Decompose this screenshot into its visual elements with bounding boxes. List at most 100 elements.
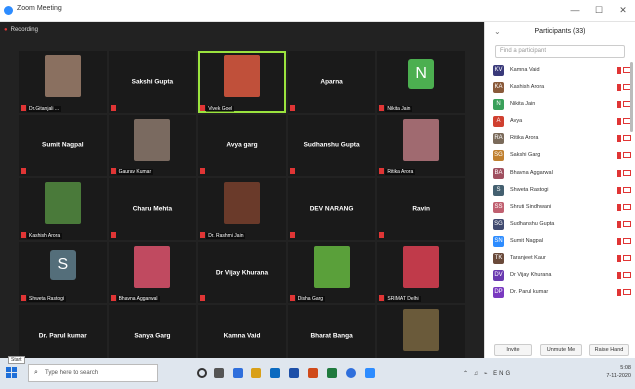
participant-list-item[interactable]: KA Kashish Arora	[493, 79, 631, 96]
video-tile[interactable]: Sumit Nagpal	[19, 114, 107, 177]
participant-name: DEV NARANG	[309, 205, 354, 213]
video-tile[interactable]: Dr. Rashmi Jain	[198, 178, 286, 240]
participant-list-item[interactable]: BA Bhavna Aggarwal	[493, 165, 631, 182]
powerpoint-icon[interactable]	[308, 368, 318, 378]
participant-label: Gaurav Kumar	[116, 169, 154, 176]
video-tile[interactable]: Dr Vijay Khurana	[198, 241, 286, 304]
video-tile[interactable]: S Shweta Rastogi	[19, 241, 107, 304]
video-tile[interactable]: Sudhanshu Gupta	[287, 114, 376, 177]
video-off-icon	[623, 152, 631, 159]
participant-avatar: A	[493, 116, 504, 128]
participant-label: Bhavna Aggarwal	[116, 296, 160, 303]
muted-mic-icon	[21, 295, 26, 302]
video-tile[interactable]: Vivek Goel	[198, 51, 286, 113]
task-view-icon[interactable]	[214, 368, 224, 378]
participant-video	[223, 55, 260, 97]
participant-list-name: Avya	[510, 118, 523, 125]
participant-status-icons	[617, 135, 631, 143]
system-tray-icons[interactable]: ⌃ ♫ ⌁ ENG	[463, 370, 512, 377]
participant-label: Dr.Gitanjali ...	[27, 105, 62, 112]
zoom-taskbar-icon[interactable]	[365, 368, 375, 378]
participant-status-icons	[617, 289, 631, 297]
video-tile[interactable]: SRIMAT Delhi	[377, 241, 465, 304]
system-clock[interactable]: 5:08 7-11-2020	[606, 364, 631, 380]
store-icon[interactable]	[270, 368, 280, 378]
participant-list-name: Dr Vijay Khurana	[510, 272, 552, 279]
minimize-button[interactable]: —	[566, 2, 584, 18]
video-off-icon	[623, 220, 631, 227]
video-tile[interactable]: Ravin	[377, 178, 465, 240]
video-tile[interactable]: Sakshi Gupta	[108, 51, 197, 113]
cortana-icon[interactable]	[197, 368, 207, 378]
muted-mic-icon	[110, 104, 116, 111]
excel-icon[interactable]	[327, 368, 337, 378]
windows-start-icon[interactable]	[6, 367, 18, 379]
participant-list-item[interactable]: TK Taranjeet Kaur	[493, 250, 631, 267]
participant-video	[134, 245, 171, 288]
video-tile[interactable]: Disha Garg	[287, 241, 376, 304]
participant-list-item[interactable]: DP Dr. Parul kumar	[493, 284, 631, 301]
video-off-icon	[623, 203, 631, 210]
participant-list-item[interactable]: KV Kamna Vaid	[493, 62, 631, 79]
participant-list-item[interactable]: N Nikita Jain	[493, 96, 631, 113]
chrome-icon[interactable]	[346, 368, 356, 378]
video-tile[interactable]: Gaurav Kumar	[108, 114, 197, 177]
window-titlebar: Zoom Meeting — ☐ ✕	[0, 0, 635, 22]
meeting-gallery: Recording Dr.Gitanjali ... Sakshi Gupta Vi…	[0, 22, 484, 367]
invite-button[interactable]: Invite	[494, 344, 532, 356]
participant-avatar: N	[408, 59, 435, 89]
video-tile[interactable]: Charu Mehta	[108, 178, 197, 240]
participant-status-icons	[617, 169, 631, 177]
participant-avatar: SS	[493, 201, 504, 213]
muted-mic-icon	[289, 168, 295, 175]
maximize-button[interactable]: ☐	[590, 2, 608, 18]
raise-hand-button[interactable]: Raise Hand	[589, 344, 629, 356]
participant-list-item[interactable]: RA Ritika Arora	[493, 130, 631, 147]
participant-list-item[interactable]: SN Sumit Nagpal	[493, 233, 631, 250]
muted-mic-icon	[617, 135, 621, 143]
close-button[interactable]: ✕	[614, 2, 632, 18]
edge-icon[interactable]	[233, 368, 243, 378]
video-tile[interactable]: DEV NARANG	[287, 178, 376, 240]
video-tile[interactable]: Dr.Gitanjali ...	[19, 51, 107, 113]
participant-avatar: TK	[493, 253, 504, 265]
taskbar-search-input[interactable]: ⌕ Type here to search	[28, 364, 158, 382]
video-tile[interactable]: Avya garg	[198, 114, 286, 177]
participant-avatar: SN	[493, 235, 504, 247]
participant-label: Shweta Rastogi	[27, 296, 67, 303]
file-explorer-icon[interactable]	[251, 368, 261, 378]
recording-indicator[interactable]: Recording	[4, 27, 38, 33]
video-tile[interactable]: N Nikita Jain	[377, 51, 465, 113]
participant-name: Sanya Garg	[134, 332, 171, 340]
unmute-me-button[interactable]: Unmute Me	[540, 344, 582, 356]
video-tile[interactable]: Kashish Arora	[19, 178, 107, 240]
participant-list-item[interactable]: SG Sakshi Garg	[493, 147, 631, 164]
participant-list-item[interactable]: DV Dr Vijay Khurana	[493, 267, 631, 284]
video-off-icon	[623, 237, 631, 244]
video-tile[interactable]: Ritika Arora	[377, 114, 465, 177]
participant-list-item[interactable]: S Shweta Rastogi	[493, 182, 631, 199]
muted-mic-icon	[110, 295, 116, 302]
muted-mic-icon	[379, 168, 385, 175]
participant-avatar: DP	[493, 287, 504, 299]
mail-icon[interactable]	[289, 368, 299, 378]
participant-label: Dr. Rashmi Jain	[206, 232, 246, 239]
participants-scrollbar[interactable]	[630, 62, 633, 132]
muted-mic-icon	[617, 101, 621, 109]
video-tile[interactable]: Aparna	[287, 51, 376, 113]
video-tile[interactable]: Bhavna Aggarwal	[108, 241, 197, 304]
participant-avatar: BA	[493, 167, 504, 179]
participant-search-input[interactable]: Find a participant	[495, 45, 625, 58]
participant-list-name: Taranjeet Kaur	[510, 255, 546, 262]
video-off-icon	[623, 289, 631, 296]
search-icon: ⌕	[34, 369, 38, 376]
muted-mic-icon	[21, 168, 26, 175]
participant-list-name: Kamna Vaid	[510, 67, 540, 73]
participant-list-item[interactable]: SS Shruti Sindhwani	[493, 199, 631, 216]
participant-list-item[interactable]: SG Sudhanshu Gupta	[493, 216, 631, 233]
participant-video	[403, 118, 440, 161]
participant-avatar: RA	[493, 133, 504, 145]
participant-list-item[interactable]: A Avya	[493, 113, 631, 130]
panel-title: Participants (33)	[534, 28, 586, 35]
participant-avatar: S	[493, 184, 504, 196]
